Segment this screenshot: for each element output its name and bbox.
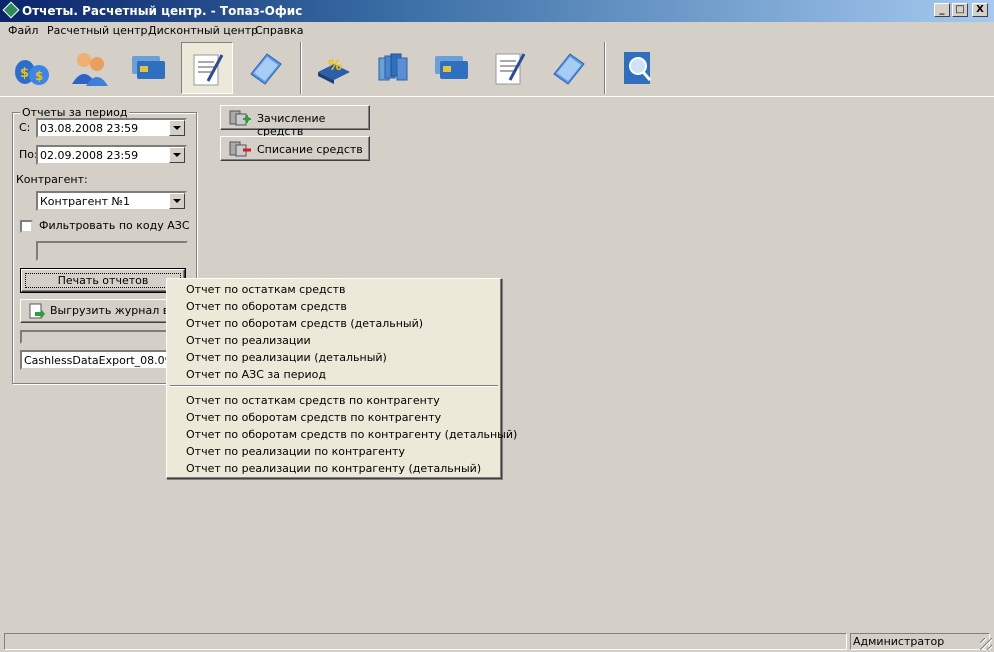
maximize-button[interactable]: □ — [952, 3, 968, 17]
menu-item-sales-report[interactable]: Отчет по реализации — [186, 334, 311, 347]
document-blue-icon[interactable] — [542, 42, 594, 94]
svg-text:$: $ — [20, 66, 29, 81]
cards-stack-icon[interactable] — [367, 42, 419, 94]
export-file-field[interactable]: CashlessDataExport_08.09.08 — [20, 350, 170, 370]
menu-settlement-center[interactable]: Расчетный центр — [47, 24, 147, 37]
credit-funds-button[interactable]: Зачисление средств — [220, 105, 370, 138]
reports-popup-menu: Отчет по остаткам средств Отчет по оборо… — [166, 278, 517, 479]
from-label: С: — [19, 121, 31, 134]
svg-text:$: $ — [35, 69, 43, 83]
from-date-combo[interactable]: 03.08.2008 23:59 — [36, 118, 187, 138]
menu-item-turnover-report[interactable]: Отчет по оборотам средств — [186, 300, 347, 313]
menu-item-contractor-balance-report[interactable]: Отчет по остаткам средств по контрагенту — [186, 394, 440, 407]
reports-icon[interactable] — [181, 42, 233, 94]
to-date-combo[interactable]: 02.09.2008 23:59 — [36, 145, 187, 165]
contractor-combo[interactable]: Контрагент №1 — [36, 191, 187, 211]
money-bags-icon[interactable]: $ $ — [6, 42, 58, 94]
credit-icon — [229, 110, 251, 126]
search-doc-icon[interactable] — [612, 42, 664, 94]
resize-grip[interactable] — [980, 638, 992, 650]
to-date-value: 02.09.2008 23:59 — [40, 149, 139, 162]
chevron-down-icon[interactable] — [169, 193, 185, 209]
menu-separator — [170, 385, 498, 387]
users-icon[interactable] — [64, 42, 116, 94]
menu-help[interactable]: Справка — [255, 24, 303, 37]
book-percent-icon[interactable]: % — [308, 42, 360, 94]
card-stack-icon[interactable] — [425, 42, 477, 94]
filter-checkbox[interactable] — [20, 220, 33, 233]
status-bar: Администратор — [0, 631, 994, 652]
station-code-field[interactable] — [36, 241, 188, 261]
contractor-value: Контрагент №1 — [40, 195, 130, 208]
toolbar-separator — [604, 42, 606, 94]
debit-funds-button[interactable]: Списание средств — [220, 136, 370, 161]
export-progress-bar — [20, 330, 188, 344]
title-bar: Отчеты. Расчетный центр. - Топаз-Офис _ … — [0, 0, 994, 22]
document-icon[interactable] — [239, 42, 291, 94]
export-file-value: CashlessDataExport_08.09.08 — [24, 354, 168, 367]
filter-label: Фильтровать по коду АЗС — [39, 219, 190, 232]
from-date-value: 03.08.2008 23:59 — [40, 122, 139, 135]
menu-discount-center[interactable]: Дисконтный центр — [148, 24, 258, 37]
menu-bar: Файл Расчетный центр Дисконтный центр Сп… — [0, 22, 994, 40]
menu-file[interactable]: Файл — [8, 24, 38, 37]
credit-funds-label: Зачисление средств — [257, 112, 326, 138]
menu-item-contractor-turnover-report[interactable]: Отчет по оборотам средств по контрагенту — [186, 411, 441, 424]
svg-text:%: % — [328, 58, 342, 74]
export-xml-button[interactable]: Выгрузить журнал в XML — [20, 299, 186, 323]
chevron-down-icon[interactable] — [169, 120, 185, 136]
minimize-button[interactable]: _ — [934, 3, 950, 17]
menu-item-turnover-detailed-report[interactable]: Отчет по оборотам средств (детальный) — [186, 317, 423, 330]
print-reports-button[interactable]: Печать отчетов — [20, 268, 186, 293]
menu-item-contractor-turnover-detailed-report[interactable]: Отчет по оборотам средств по контрагенту… — [186, 428, 517, 441]
export-xml-label: Выгрузить журнал в XML — [50, 304, 186, 317]
contractor-label: Контрагент: — [16, 173, 88, 186]
report-pencil-icon[interactable] — [484, 42, 536, 94]
print-reports-label: Печать отчетов — [57, 274, 149, 287]
menu-item-station-period-report[interactable]: Отчет по АЗС за период — [186, 368, 326, 381]
window-controls: _ □ X — [934, 3, 988, 17]
chevron-down-icon[interactable] — [169, 147, 185, 163]
to-label: По: — [19, 148, 38, 161]
status-panel-user: Администратор — [850, 633, 990, 650]
debit-funds-label: Списание средств — [257, 143, 363, 156]
menu-item-contractor-sales-detailed-report[interactable]: Отчет по реализации по контрагенту (дета… — [186, 462, 481, 475]
toolbar: $ $ % — [0, 40, 994, 97]
close-button[interactable]: X — [972, 3, 988, 17]
cards-icon[interactable] — [122, 42, 174, 94]
menu-item-sales-detailed-report[interactable]: Отчет по реализации (детальный) — [186, 351, 387, 364]
status-panel-main — [4, 633, 847, 650]
debit-icon — [229, 141, 251, 157]
export-icon — [29, 303, 45, 319]
menu-item-contractor-sales-report[interactable]: Отчет по реализации по контрагенту — [186, 445, 405, 458]
window-title: Отчеты. Расчетный центр. - Топаз-Офис — [22, 4, 303, 18]
app-icon — [2, 1, 20, 19]
menu-item-balance-report[interactable]: Отчет по остаткам средств — [186, 283, 346, 296]
toolbar-separator — [300, 42, 302, 94]
